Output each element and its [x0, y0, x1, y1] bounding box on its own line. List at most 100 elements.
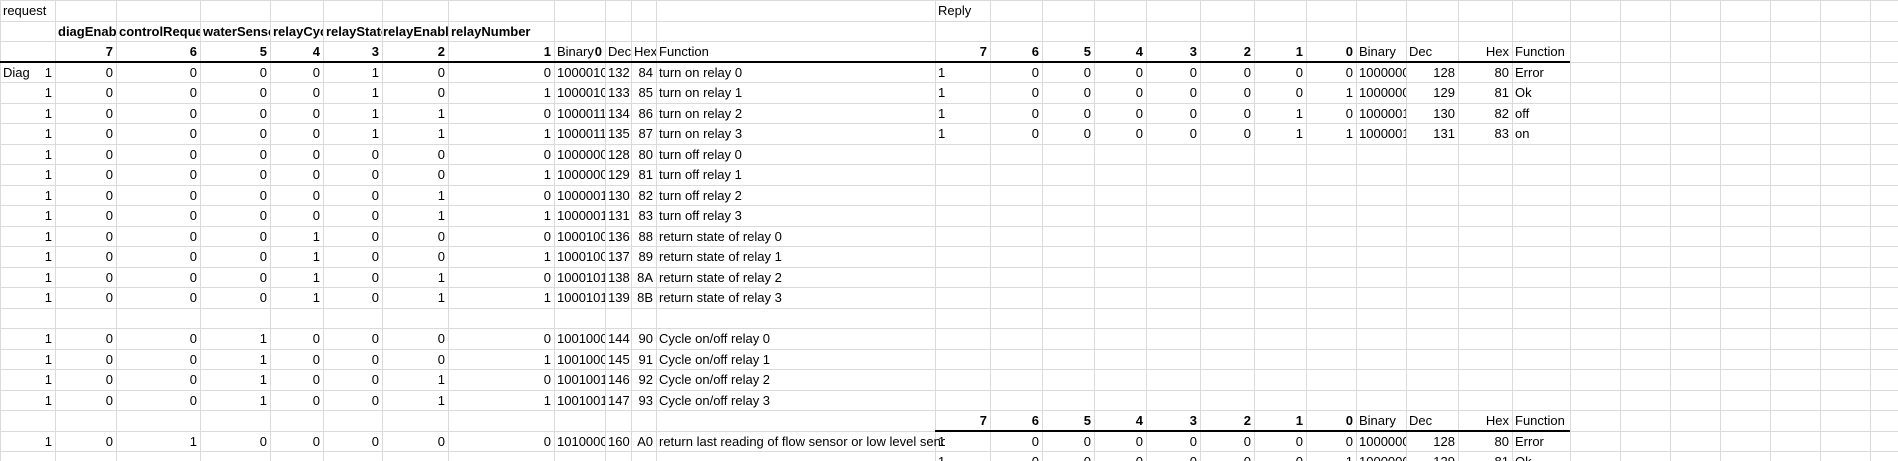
bit-cell[interactable]: 0: [448, 104, 554, 124]
bit-cell[interactable]: 0: [116, 288, 200, 308]
function-cell[interactable]: Ok: [1512, 83, 1580, 103]
bit-header[interactable]: 4: [1094, 411, 1146, 431]
binary-cell[interactable]: 10000001: [554, 165, 605, 185]
binary-cell[interactable]: 10000110: [554, 104, 605, 124]
dec-cell[interactable]: 145: [605, 350, 631, 370]
reply-title[interactable]: Reply: [935, 1, 1010, 21]
hex-cell[interactable]: 85: [631, 83, 656, 103]
bit-cell[interactable]: 1: [323, 63, 382, 83]
bit-cell[interactable]: 0: [116, 268, 200, 288]
bit-cell[interactable]: 1: [0, 186, 55, 206]
field-header[interactable]: relayCycle: [270, 22, 323, 42]
hex-cell[interactable]: 81: [631, 165, 656, 185]
bit-cell[interactable]: 0: [116, 206, 200, 226]
spreadsheet-grid[interactable]: requestdiagEnablecontrolRequestwaterSens…: [0, 0, 1898, 461]
bit-cell[interactable]: 1: [116, 432, 200, 452]
bit-cell[interactable]: 1: [0, 329, 55, 349]
bit-cell[interactable]: 0: [1042, 452, 1094, 461]
function-cell[interactable]: return state of relay 1: [656, 247, 945, 267]
bit-cell[interactable]: 0: [1094, 83, 1146, 103]
bit-cell[interactable]: 0: [200, 432, 270, 452]
bit-cell[interactable]: 0: [270, 186, 323, 206]
bit-cell[interactable]: 0: [116, 227, 200, 247]
bit-cell[interactable]: 1: [448, 83, 554, 103]
bit-cell[interactable]: 1: [0, 165, 55, 185]
bit-cell[interactable]: 1: [935, 104, 990, 124]
binary-cell[interactable]: 10000001: [1356, 83, 1406, 103]
bit-cell[interactable]: 0: [200, 165, 270, 185]
bit-cell[interactable]: 0: [55, 63, 116, 83]
bit-header[interactable]: 7: [935, 42, 990, 62]
function-cell[interactable]: Error: [1512, 63, 1580, 83]
binary-cell[interactable]: 10000011: [554, 206, 605, 226]
bit-cell[interactable]: 0: [1042, 124, 1094, 144]
hex-cell[interactable]: 89: [631, 247, 656, 267]
bit-cell[interactable]: 0: [1306, 104, 1356, 124]
function-cell[interactable]: turn off relay 2: [656, 186, 945, 206]
dec-cell[interactable]: 133: [605, 83, 631, 103]
bit-header[interactable]: 1: [448, 42, 554, 62]
bit-cell[interactable]: 0: [270, 432, 323, 452]
bit-cell[interactable]: 0: [448, 227, 554, 247]
hex-cell[interactable]: 83: [1458, 124, 1512, 144]
bit-cell[interactable]: 1: [0, 206, 55, 226]
bit-cell[interactable]: 0: [200, 288, 270, 308]
bit-cell[interactable]: 1: [0, 288, 55, 308]
bit-header[interactable]: 1: [1254, 42, 1306, 62]
bit-cell[interactable]: 0: [55, 268, 116, 288]
bit-cell[interactable]: 0: [55, 247, 116, 267]
bit-cell[interactable]: 0: [200, 268, 270, 288]
bit-cell[interactable]: 0: [323, 268, 382, 288]
dec-header[interactable]: Dec: [605, 42, 631, 62]
bit-cell[interactable]: 0: [116, 83, 200, 103]
hex-cell[interactable]: 80: [1458, 63, 1512, 83]
bit-cell[interactable]: 0: [382, 329, 448, 349]
function-cell[interactable]: return state of relay 3: [656, 288, 945, 308]
hex-cell[interactable]: A0: [631, 432, 656, 452]
bit-header[interactable]: 2: [1200, 42, 1254, 62]
field-header[interactable]: waterSensor: [200, 22, 270, 42]
function-header[interactable]: Function: [1512, 42, 1580, 62]
function-cell[interactable]: turn on relay 3: [656, 124, 945, 144]
bit-cell[interactable]: 0: [270, 63, 323, 83]
bit-cell[interactable]: 0: [448, 63, 554, 83]
hex-cell[interactable]: 88: [631, 227, 656, 247]
hex-cell[interactable]: 84: [631, 63, 656, 83]
bit-header[interactable]: 3: [323, 42, 382, 62]
bit-cell[interactable]: 1: [0, 227, 55, 247]
function-cell[interactable]: Cycle on/off relay 3: [656, 391, 945, 411]
request-title[interactable]: request: [0, 1, 95, 21]
bit-cell[interactable]: 0: [323, 227, 382, 247]
bit-cell[interactable]: 1: [382, 370, 448, 390]
function-cell[interactable]: Error: [1512, 432, 1580, 452]
bit-cell[interactable]: 0: [448, 186, 554, 206]
bit-cell[interactable]: 1: [0, 268, 55, 288]
bit-cell[interactable]: 1: [1306, 83, 1356, 103]
binary-cell[interactable]: 10000100: [554, 63, 605, 83]
bit-cell[interactable]: 0: [1042, 63, 1094, 83]
bit-cell[interactable]: 0: [1094, 432, 1146, 452]
bit-header[interactable]: 4: [270, 42, 323, 62]
bit-cell[interactable]: 1: [270, 288, 323, 308]
field-header[interactable]: controlRequest: [116, 22, 200, 42]
bit-header[interactable]: 1: [1254, 411, 1306, 431]
function-cell[interactable]: turn off relay 0: [656, 145, 945, 165]
dec-cell[interactable]: 137: [605, 247, 631, 267]
bit-cell[interactable]: 0: [1200, 452, 1254, 461]
bit-cell[interactable]: 0: [200, 124, 270, 144]
hex-cell[interactable]: 81: [1458, 452, 1512, 461]
binary-cell[interactable]: 10000001: [1356, 452, 1406, 461]
bit-cell[interactable]: 0: [382, 350, 448, 370]
bit-cell[interactable]: 0: [55, 370, 116, 390]
bit-cell[interactable]: 1: [0, 83, 55, 103]
bit-cell[interactable]: 1: [448, 165, 554, 185]
binary-header[interactable]: Binary: [1356, 42, 1406, 62]
bit-cell[interactable]: 0: [1254, 83, 1306, 103]
binary-cell[interactable]: 10000010: [554, 186, 605, 206]
dec-cell[interactable]: 138: [605, 268, 631, 288]
bit-cell[interactable]: 1: [935, 63, 990, 83]
bit-header[interactable]: 3: [1146, 411, 1200, 431]
binary-cell[interactable]: 10001010: [554, 268, 605, 288]
bit-cell[interactable]: 0: [1146, 452, 1200, 461]
dec-cell[interactable]: 131: [605, 206, 631, 226]
